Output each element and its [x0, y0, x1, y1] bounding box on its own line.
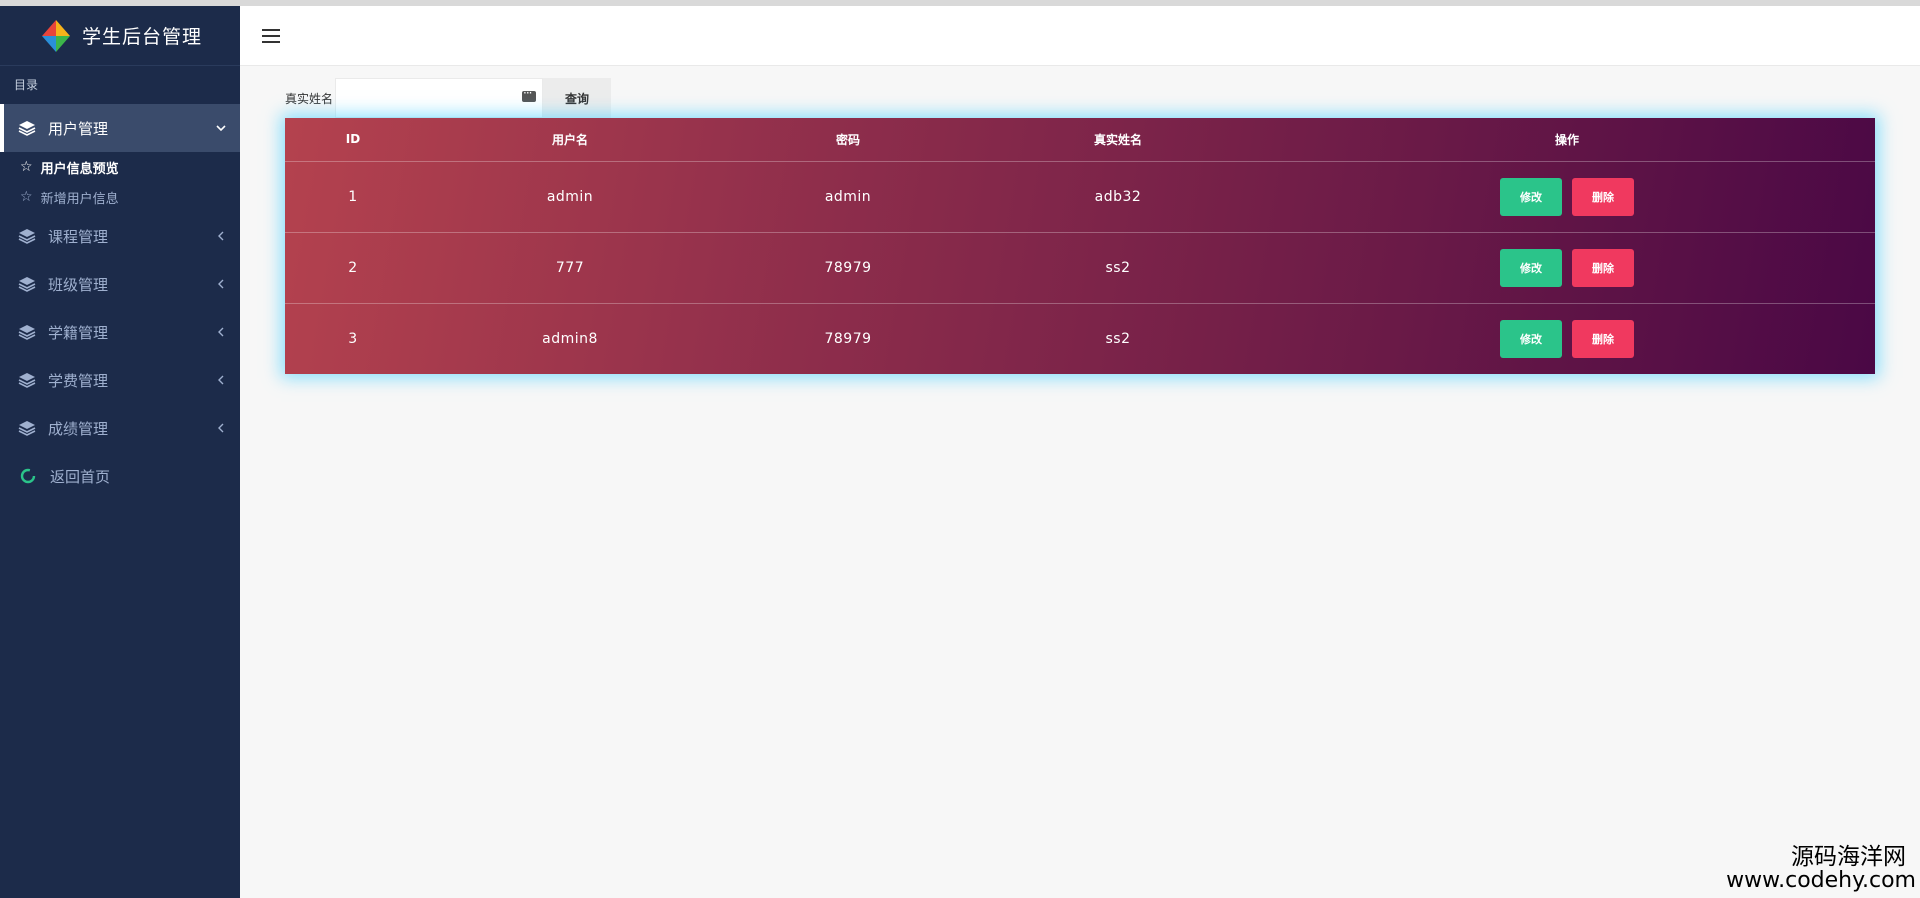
- star-icon: ☆: [20, 159, 33, 175]
- sidebar-item-label: 班级管理: [48, 275, 109, 294]
- chevron-left-icon: [218, 375, 224, 385]
- sidebar: 学生后台管理 目录 用户管理 ☆ 用户信息预览 ☆ 新增用户信息 课程管理 班级…: [0, 6, 240, 898]
- user-table-card: ID 用户名 密码 真实姓名 操作 1 admin admin adb32 修改…: [285, 118, 1875, 374]
- column-header-password: 密码: [719, 118, 977, 162]
- sidebar-item-user-management[interactable]: 用户管理: [0, 104, 240, 152]
- diamond-logo-icon: [41, 19, 70, 52]
- layers-icon: [18, 121, 36, 136]
- cell-actions: 修改 删除: [1259, 161, 1875, 233]
- realname-search-input[interactable]: [336, 79, 543, 117]
- delete-button[interactable]: 删除: [1572, 177, 1634, 216]
- chevron-left-icon: [218, 231, 224, 241]
- sidebar-item-tuition-management[interactable]: 学费管理: [0, 356, 240, 404]
- cell-actions: 修改 删除: [1259, 232, 1875, 304]
- cell-username: 777: [421, 232, 719, 304]
- edit-button[interactable]: 修改: [1500, 248, 1562, 287]
- delete-button[interactable]: 删除: [1572, 248, 1634, 287]
- layers-icon: [18, 325, 36, 340]
- cell-realname: adb32: [977, 161, 1259, 233]
- search-input-wrap: [335, 78, 544, 118]
- main-content: 真实姓名 查询 ID 用户名 密码 真实姓名 操作 1 admin: [240, 66, 1920, 898]
- chevron-left-icon: [218, 327, 224, 337]
- cell-password: 78979: [719, 232, 977, 304]
- brand[interactable]: 学生后台管理: [0, 6, 240, 66]
- search-button[interactable]: 查询: [543, 78, 612, 118]
- hamburger-menu-icon[interactable]: [262, 28, 280, 43]
- edit-button[interactable]: 修改: [1500, 319, 1562, 358]
- cell-password: 78979: [824, 330, 872, 347]
- topbar: [240, 6, 1920, 66]
- search-label: 真实姓名: [285, 91, 334, 106]
- cell-id: 1: [285, 161, 421, 233]
- sidebar-subitem-add-user[interactable]: ☆ 新增用户信息: [0, 182, 240, 212]
- layers-icon: [18, 229, 36, 244]
- brand-title: 学生后台管理: [81, 26, 202, 48]
- sidebar-item-class-management[interactable]: 班级管理: [0, 260, 240, 308]
- chevron-left-icon: [218, 279, 224, 289]
- sidebar-subitem-label: 新增用户信息: [40, 191, 119, 207]
- cell-realname: ss2: [977, 232, 1259, 304]
- chevron-left-icon: [218, 423, 224, 433]
- column-header-username: 用户名: [421, 118, 719, 162]
- table-row: 3 admin8 78979 ss2 修改 删除: [285, 303, 1875, 374]
- user-table: ID 用户名 密码 真实姓名 操作 1 admin admin adb32 修改…: [285, 118, 1875, 374]
- sidebar-item-label: 学费管理: [48, 371, 109, 390]
- cell-id: 2: [285, 232, 421, 304]
- cell-password: admin: [719, 161, 977, 233]
- layers-icon: [18, 421, 36, 436]
- sidebar-item-home[interactable]: 返回首页: [0, 452, 240, 500]
- sidebar-subitem-label: 用户信息预览: [40, 161, 119, 177]
- sidebar-item-label: 学籍管理: [48, 323, 109, 342]
- column-header-id: ID: [285, 118, 421, 162]
- cell-actions: 修改 删除: [1259, 303, 1875, 374]
- sidebar-subitem-user-preview[interactable]: ☆ 用户信息预览: [0, 152, 240, 182]
- star-icon: ☆: [20, 189, 33, 205]
- watermark-name: 源码海洋网: [1791, 843, 1906, 870]
- sidebar-item-label: 返回首页: [50, 467, 111, 486]
- column-header-actions: 操作: [1259, 118, 1875, 162]
- search-bar: 真实姓名 查询: [285, 78, 612, 118]
- autofill-dots-icon[interactable]: [522, 86, 537, 102]
- delete-button[interactable]: 删除: [1572, 319, 1634, 358]
- layers-icon: [18, 277, 36, 292]
- cell-username: admin8: [542, 330, 598, 347]
- sidebar-item-enrollment-management[interactable]: 学籍管理: [0, 308, 240, 356]
- table-row: 1 admin admin adb32 修改 删除: [285, 161, 1875, 233]
- table-row: 2 777 78979 ss2 修改 删除: [285, 232, 1875, 304]
- chevron-down-icon: [216, 125, 226, 132]
- sidebar-item-course-management[interactable]: 课程管理: [0, 212, 240, 260]
- sidebar-item-label: 课程管理: [48, 227, 109, 246]
- watermark-url: www.codehy.com: [1726, 867, 1916, 893]
- sidebar-item-label: 用户管理: [48, 119, 109, 138]
- cell-id: 3: [348, 330, 358, 347]
- column-header-realname: 真实姓名: [977, 118, 1259, 162]
- menu-header: 目录: [14, 78, 39, 92]
- edit-button[interactable]: 修改: [1500, 177, 1562, 216]
- layers-icon: [18, 373, 36, 388]
- sidebar-item-label: 成绩管理: [48, 419, 109, 438]
- sidebar-item-grade-management[interactable]: 成绩管理: [0, 404, 240, 452]
- watermark: 源码海洋网 www.codehy.com: [1726, 845, 1916, 892]
- cell-realname: ss2: [1105, 330, 1131, 347]
- table-header-row: ID 用户名 密码 真实姓名 操作: [285, 118, 1875, 162]
- refresh-ring-icon: [20, 468, 36, 484]
- cell-username: admin: [421, 161, 719, 233]
